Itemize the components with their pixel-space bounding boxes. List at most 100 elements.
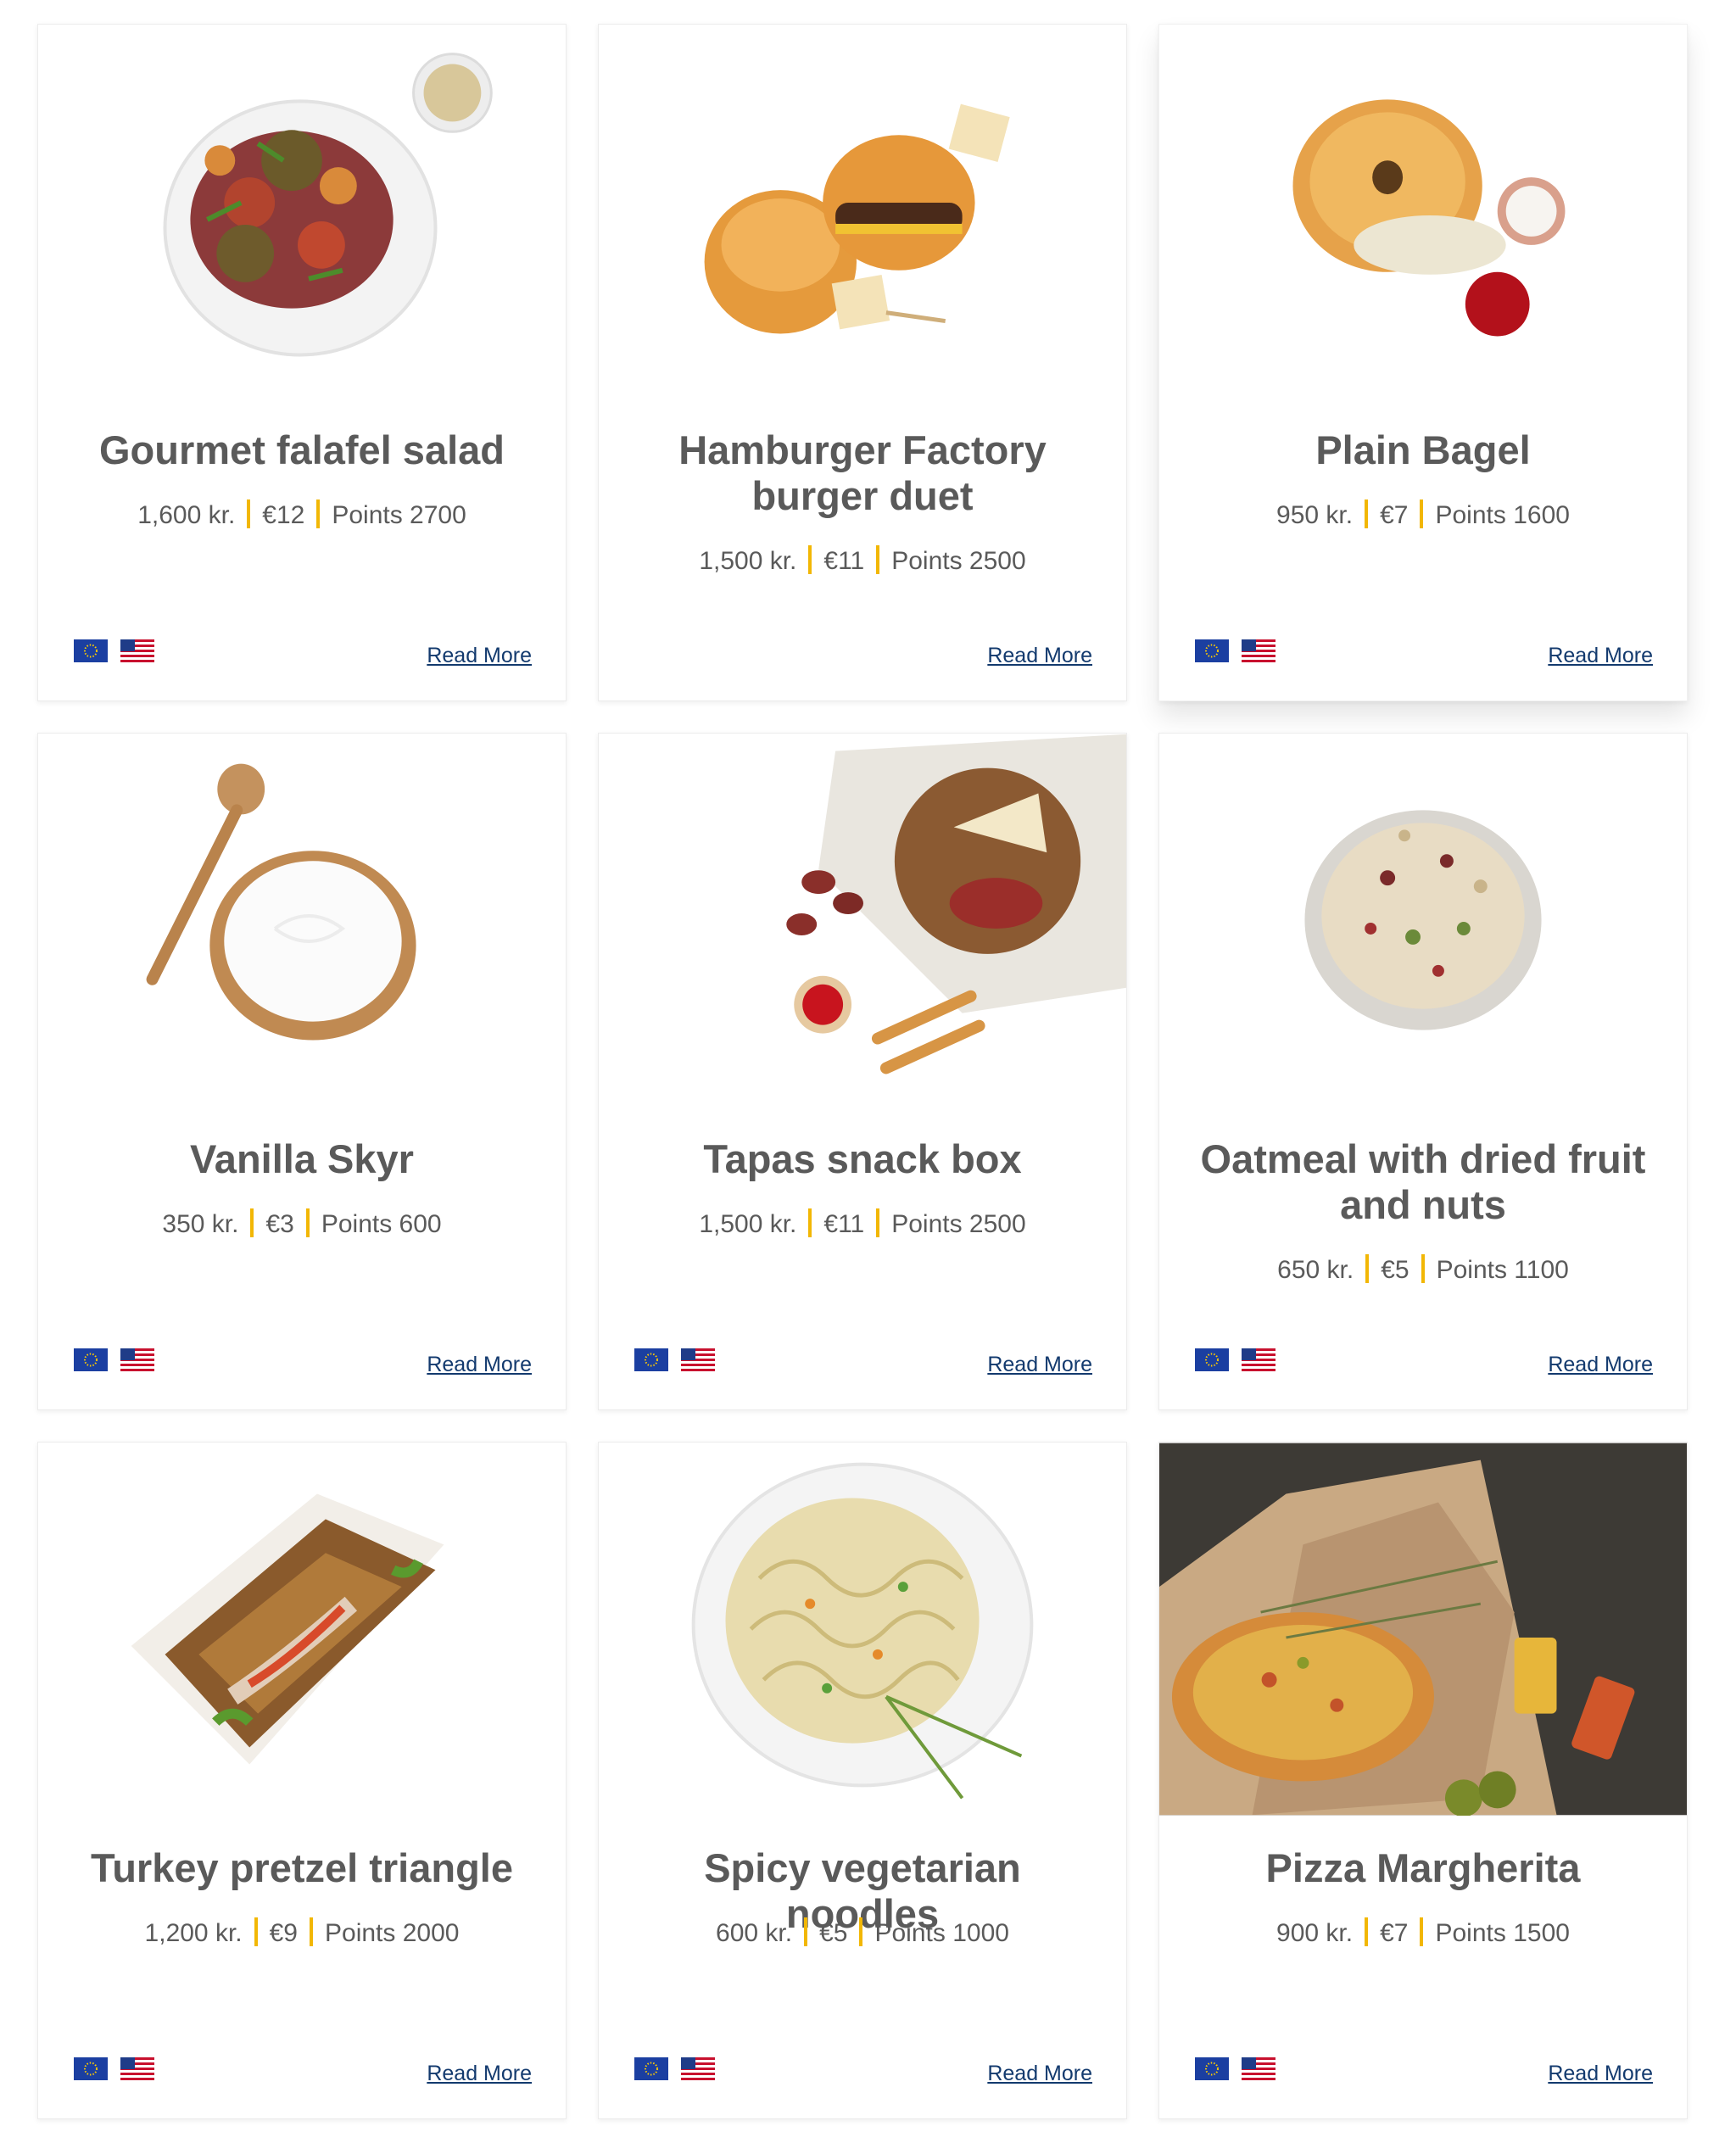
price-points: Points 1000 bbox=[874, 1919, 1009, 1947]
eu-flag-icon bbox=[1195, 639, 1229, 662]
price-isk: 650 kr. bbox=[1277, 1256, 1354, 1284]
price-separator bbox=[1420, 499, 1424, 528]
tapas-image bbox=[599, 734, 1126, 1107]
price-separator bbox=[1421, 1254, 1425, 1283]
pretzel-sandwich-image bbox=[38, 1443, 566, 1816]
price-points: Points 2700 bbox=[332, 501, 466, 529]
price-eur: €5 bbox=[819, 1919, 848, 1947]
oatmeal-image bbox=[1159, 734, 1687, 1107]
read-more-link[interactable]: Read More bbox=[987, 644, 1092, 668]
noodles-image bbox=[599, 1443, 1126, 1816]
price-separator bbox=[808, 1208, 812, 1237]
us-flag-icon bbox=[1242, 2057, 1275, 2080]
price-isk: 1,200 kr. bbox=[144, 1919, 243, 1947]
us-flag-icon bbox=[120, 2057, 154, 2080]
product-title: Hamburger Factory burger duet bbox=[678, 427, 1047, 518]
product-title: Gourmet falafel salad bbox=[99, 427, 505, 472]
eu-flag-icon bbox=[634, 2057, 668, 2080]
price-eur: €3 bbox=[265, 1210, 294, 1238]
product-card[interactable]: Vanilla Skyr 350 kr. €3 Points 600 Read Mo… bbox=[37, 733, 567, 1410]
price-separator bbox=[310, 1917, 313, 1946]
product-card[interactable]: Oatmeal with dried fruit and nuts 650 kr… bbox=[1158, 733, 1688, 1410]
read-more-link[interactable]: Read More bbox=[987, 1353, 1092, 1377]
product-card[interactable]: Spicy vegetarian noodles 600 kr. €5 Points… bbox=[598, 1442, 1127, 2119]
read-more-link[interactable]: Read More bbox=[1548, 644, 1653, 668]
pizza-image bbox=[1159, 1443, 1687, 1816]
price-isk: 950 kr. bbox=[1276, 501, 1354, 529]
bagel-image bbox=[1159, 25, 1687, 398]
us-flag-icon bbox=[681, 2057, 715, 2080]
price-eur: €7 bbox=[1380, 1919, 1409, 1947]
price-separator bbox=[1365, 499, 1369, 528]
eu-flag-icon bbox=[634, 1348, 668, 1371]
read-more-link[interactable]: Read More bbox=[427, 1353, 532, 1377]
flags bbox=[1195, 639, 1275, 662]
price-points: Points 2500 bbox=[891, 547, 1026, 575]
price-separator bbox=[1365, 1254, 1370, 1283]
price-separator bbox=[1365, 1917, 1369, 1946]
us-flag-icon bbox=[1242, 639, 1275, 662]
price-points: Points 1100 bbox=[1436, 1256, 1569, 1284]
product-price: 650 kr. €5 Points 1100 bbox=[1168, 1254, 1678, 1285]
price-isk: 1,600 kr. bbox=[137, 501, 236, 529]
price-separator bbox=[254, 1917, 258, 1946]
price-points: Points 1500 bbox=[1435, 1919, 1570, 1947]
price-points: Points 2500 bbox=[891, 1210, 1026, 1238]
price-eur: €9 bbox=[269, 1919, 298, 1947]
flags bbox=[1195, 1348, 1275, 1371]
product-title: Oatmeal with dried fruit and nuts bbox=[1200, 1136, 1646, 1227]
price-separator bbox=[247, 499, 251, 528]
skyr-image bbox=[38, 734, 566, 1107]
flags bbox=[74, 2057, 154, 2080]
read-more-link[interactable]: Read More bbox=[1548, 2062, 1653, 2086]
us-flag-icon bbox=[1242, 1348, 1275, 1371]
product-card[interactable]: Hamburger Factory burger duet 1,500 kr. €… bbox=[598, 24, 1127, 701]
product-card[interactable]: Tapas snack box 1,500 kr. €11 Points 2500 … bbox=[598, 733, 1127, 1410]
price-points: Points 2000 bbox=[325, 1919, 460, 1947]
product-price: 350 kr. €3 Points 600 bbox=[47, 1208, 557, 1239]
product-price: 1,500 kr. €11 Points 2500 bbox=[607, 545, 1118, 576]
price-eur: €11 bbox=[823, 547, 865, 575]
read-more-link[interactable]: Read More bbox=[987, 2062, 1092, 2086]
us-flag-icon bbox=[120, 639, 154, 662]
product-card[interactable]: Turkey pretzel triangle 1,200 kr. €9 Point… bbox=[37, 1442, 567, 2119]
price-points: Points 1600 bbox=[1435, 501, 1570, 529]
us-flag-icon bbox=[120, 1348, 154, 1371]
flags bbox=[74, 639, 154, 662]
flags bbox=[634, 2057, 715, 2080]
price-separator bbox=[876, 1208, 880, 1237]
price-isk: 900 kr. bbox=[1276, 1919, 1354, 1947]
product-card[interactable]: Plain Bagel 950 kr. €7 Points 1600 Read Mo… bbox=[1158, 24, 1688, 701]
price-separator bbox=[316, 499, 321, 528]
product-grid: Gourmet falafel salad 1,600 kr. €12 Points… bbox=[0, 0, 1736, 2143]
product-price: 600 kr. €5 Points 1000 bbox=[607, 1917, 1118, 1948]
price-separator bbox=[859, 1917, 863, 1946]
price-separator bbox=[250, 1208, 254, 1237]
product-card[interactable]: Pizza Margherita 900 kr. €7 Points 1500 Re… bbox=[1158, 1442, 1688, 2119]
price-separator bbox=[804, 1917, 808, 1946]
product-price: 1,200 kr. €9 Points 2000 bbox=[47, 1917, 557, 1948]
read-more-link[interactable]: Read More bbox=[427, 644, 532, 668]
product-title: Turkey pretzel triangle bbox=[91, 1845, 513, 1890]
eu-flag-icon bbox=[1195, 2057, 1229, 2080]
price-isk: 350 kr. bbox=[162, 1210, 239, 1238]
burger-duet-image bbox=[599, 25, 1126, 398]
price-separator bbox=[808, 545, 812, 574]
product-card[interactable]: Gourmet falafel salad 1,600 kr. €12 Points… bbox=[37, 24, 567, 701]
product-title: Vanilla Skyr bbox=[190, 1136, 414, 1181]
flags bbox=[1195, 2057, 1275, 2080]
price-eur: €5 bbox=[1381, 1256, 1409, 1284]
product-price: 1,500 kr. €11 Points 2500 bbox=[607, 1208, 1118, 1239]
price-eur: €7 bbox=[1380, 501, 1409, 529]
price-eur: €11 bbox=[823, 1210, 865, 1238]
product-title: Plain Bagel bbox=[1315, 427, 1531, 472]
us-flag-icon bbox=[681, 1348, 715, 1371]
eu-flag-icon bbox=[74, 2057, 108, 2080]
product-price: 1,600 kr. €12 Points 2700 bbox=[47, 499, 557, 530]
eu-flag-icon bbox=[1195, 1348, 1229, 1371]
product-title: Pizza Margherita bbox=[1265, 1845, 1581, 1890]
price-isk: 1,500 kr. bbox=[699, 547, 797, 575]
flags bbox=[634, 1348, 715, 1371]
read-more-link[interactable]: Read More bbox=[1548, 1353, 1653, 1377]
read-more-link[interactable]: Read More bbox=[427, 2062, 532, 2086]
